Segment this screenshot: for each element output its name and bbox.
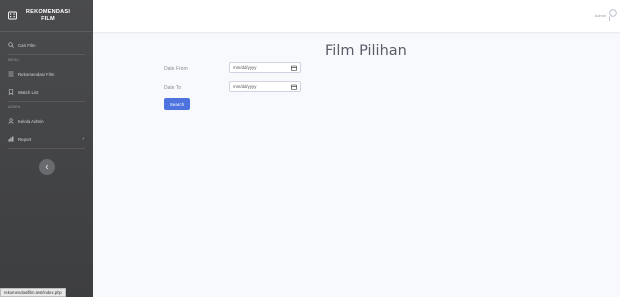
sidebar-brand[interactable]: REKOMENDASI FILM [0,0,93,32]
sidebar-item-label: Rekomendasi Film [18,71,55,77]
search-button[interactable]: Search [164,98,190,110]
sidebar-item-kelola-admin[interactable]: Kelola Admin [0,112,93,130]
sidebar-item-report[interactable]: Report › [0,130,93,148]
sidebar-item-watch-list[interactable]: Watch List [0,83,93,101]
user-name[interactable]: Admin [595,13,606,18]
brand-line-2: FILM [41,15,55,22]
user-icon [8,118,14,124]
sidebar-item-cari-film[interactable]: Cari Film [0,36,93,54]
calendar-icon[interactable] [291,84,297,90]
date-from-input[interactable]: mm/dd/yyyy [229,62,301,73]
brand-line-1: REKOMENDASI [25,8,71,15]
sidebar-item-label: Report [18,136,32,142]
chevron-right-icon: › [82,136,84,142]
main-content: Film Pilihan Date From mm/dd/yyyy Date T… [93,32,620,297]
date-to-input[interactable]: mm/dd/yyyy [229,81,301,92]
calendar-icon[interactable] [291,65,297,71]
topbar: Admin [93,0,620,32]
chevron-left-icon [44,164,50,170]
date-to-label: Date To [164,85,182,91]
sidebar-heading-admin: ADMIN [8,105,21,109]
brand-title: REKOMENDASI FILM [24,9,72,23]
date-to-placeholder: mm/dd/yyyy [233,84,257,89]
film-icon [8,11,17,20]
sidebar-item-rekomendasi-film[interactable]: Rekomendasi Film [0,65,93,83]
sidebar-toggle-button[interactable] [38,159,55,175]
date-from-label: Date From [164,66,188,72]
divider [8,148,85,149]
search-icon [8,42,14,48]
status-url: rekomendasifilm.test/index.php [0,288,66,297]
bookmark-icon [8,89,14,95]
user-avatar-icon[interactable] [608,8,618,22]
sidebar: REKOMENDASI FILM Cari Film MENU Rekomend… [0,0,93,297]
page-title: Film Pilihan [325,43,407,59]
chart-icon [8,136,14,142]
list-icon [8,71,14,77]
sidebar-item-label: Watch List [18,89,39,95]
sidebar-item-label: Cari Film [18,42,36,48]
date-from-placeholder: mm/dd/yyyy [233,65,257,70]
sidebar-item-label: Kelola Admin [18,118,44,124]
sidebar-heading-menu: MENU [8,58,20,62]
